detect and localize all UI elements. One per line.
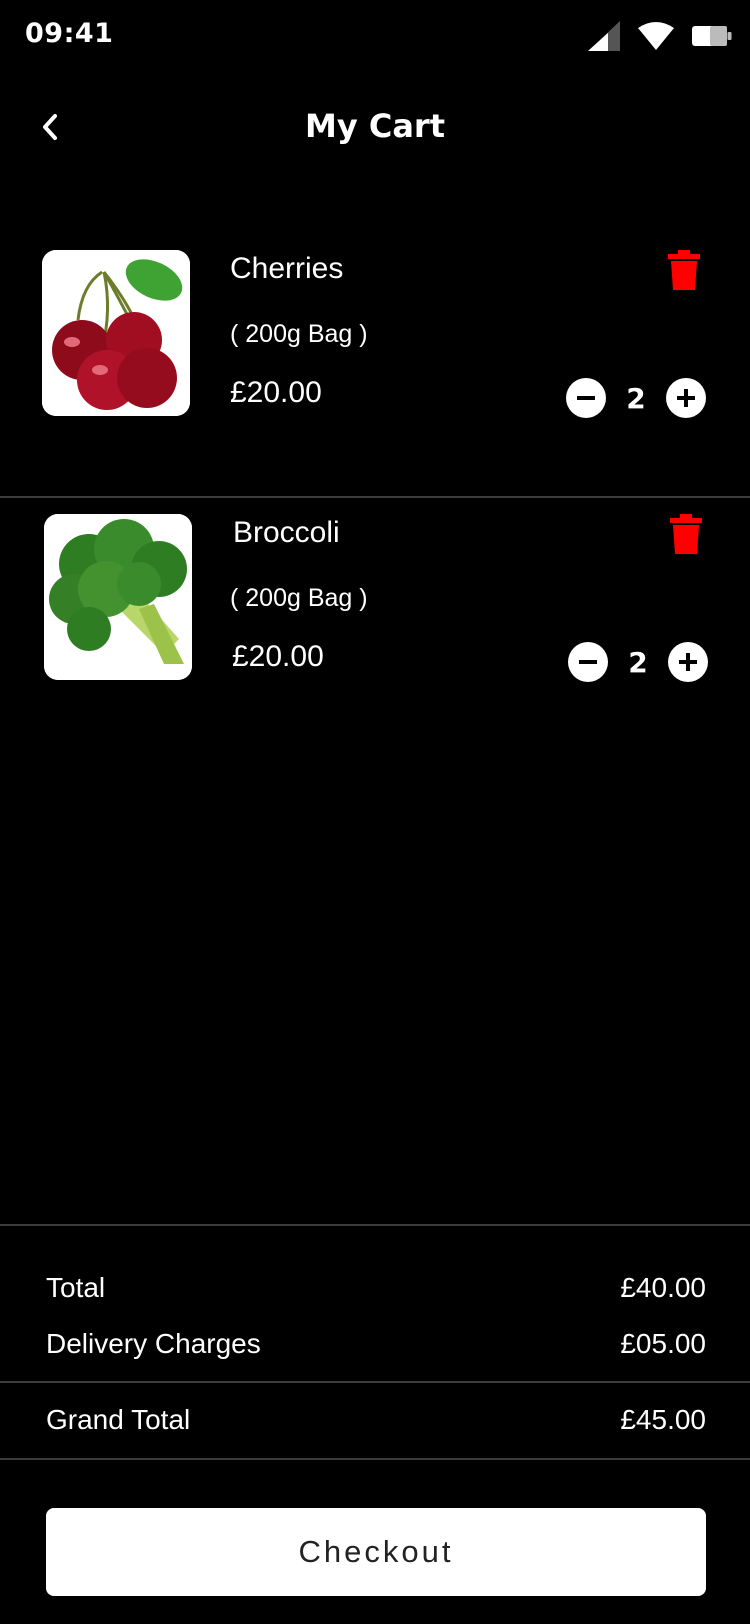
quantity-stepper: 2 [568,640,708,684]
status-time: 09:41 [25,18,114,49]
decrease-quantity-button[interactable] [568,642,608,682]
battery-icon [692,26,732,46]
total-label: Total [46,1272,106,1303]
decrease-quantity-button[interactable] [566,378,606,418]
delete-button[interactable] [670,514,702,554]
quantity-stepper: 2 [566,376,706,420]
wifi-icon [638,22,674,50]
delivery-value: £05.00 [620,1328,706,1359]
cart-item: Broccoli ( 200g Bag ) £20.00 2 [0,496,750,760]
minus-icon [577,396,595,400]
app-header: My Cart [0,95,750,165]
item-price: £20.00 [230,376,322,409]
trash-icon [668,250,700,290]
order-summary: Total £40.00 Delivery Charges £05.00 Gra… [0,1224,750,1460]
item-price: £20.00 [232,640,324,673]
item-name: Broccoli [233,516,340,549]
total-value: £40.00 [620,1272,706,1303]
total-row: Total £40.00 [46,1272,706,1304]
plus-icon [677,389,695,407]
item-pack-size: ( 200g Bag ) [230,584,368,612]
quantity-value: 2 [628,645,648,679]
item-pack-size: ( 200g Bag ) [230,320,368,348]
delete-button[interactable] [668,250,700,290]
status-bar: 09:41 [0,0,750,70]
delivery-label: Delivery Charges [46,1328,261,1359]
broccoli-image [44,514,192,680]
summary-divider [0,1458,750,1460]
status-icons [588,20,732,52]
summary-divider [0,1381,750,1383]
minus-icon [579,660,597,664]
quantity-value: 2 [626,381,646,415]
delivery-row: Delivery Charges £05.00 [46,1328,706,1360]
increase-quantity-button[interactable] [666,378,706,418]
item-name: Cherries [230,252,344,285]
plus-icon [679,653,697,671]
cherries-image [42,250,190,416]
grand-total-value: £45.00 [620,1404,706,1435]
grand-total-row: Grand Total £45.00 [46,1404,706,1436]
grand-total-label: Grand Total [46,1404,191,1435]
trash-icon [670,514,702,554]
page-title: My Cart [305,107,445,145]
checkout-button[interactable]: Checkout [46,1508,706,1596]
increase-quantity-button[interactable] [668,642,708,682]
cellular-signal-icon [588,21,620,51]
cart-item: Cherries ( 200g Bag ) £20.00 2 [0,232,750,498]
